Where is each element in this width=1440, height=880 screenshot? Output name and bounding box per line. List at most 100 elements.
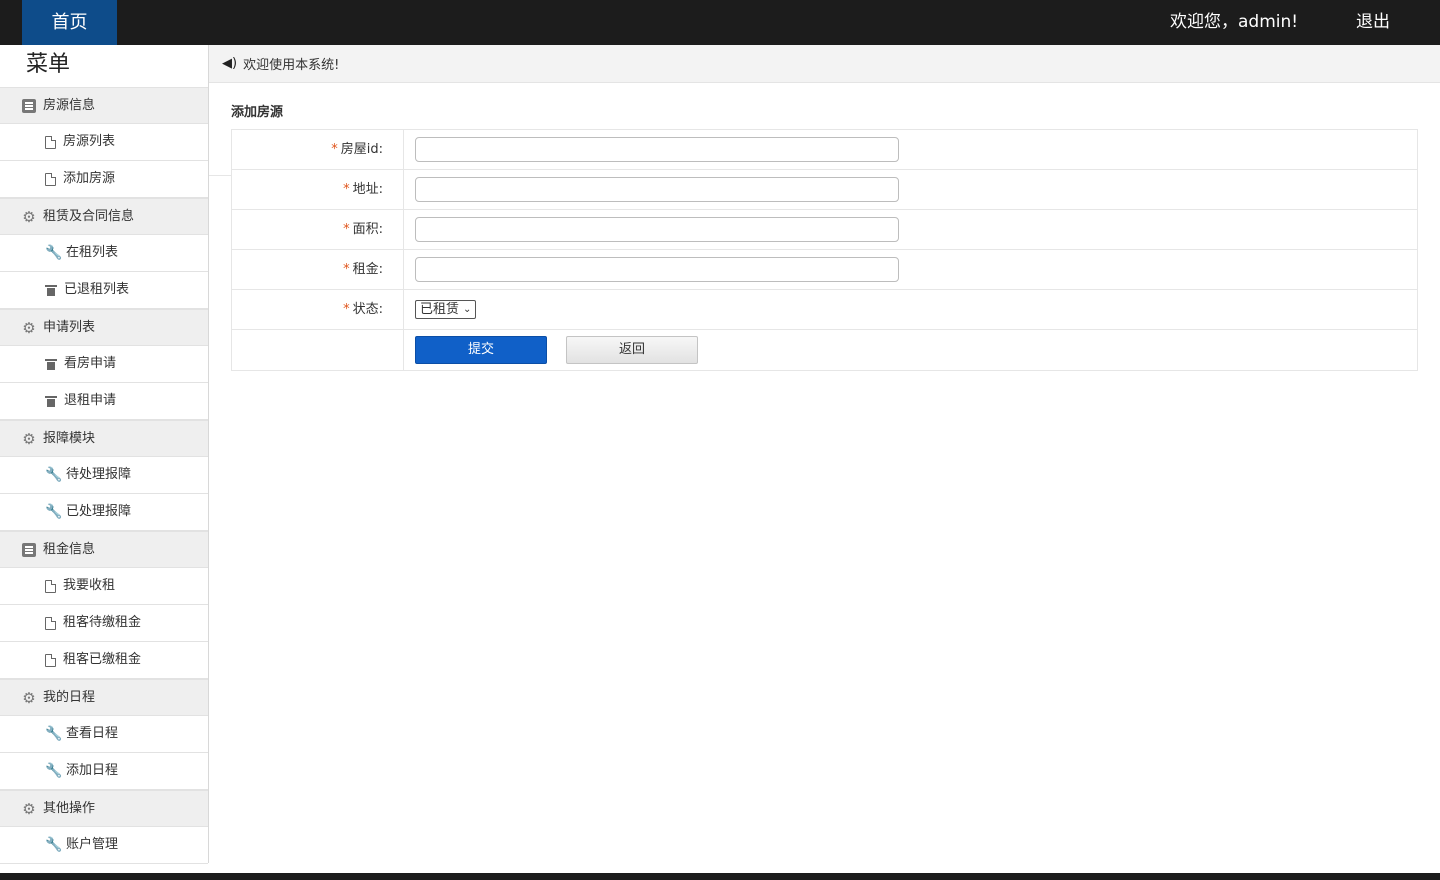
menu-group-label: 报障模块	[43, 430, 96, 446]
logout-link[interactable]: 退出	[1356, 0, 1390, 45]
house-id-input[interactable]	[415, 137, 899, 162]
required-mark: *	[343, 182, 350, 197]
status-selected-value: 已租赁	[420, 302, 460, 317]
field-cell	[404, 170, 1417, 209]
menu-item-rent-paid[interactable]: 租客已缴租金	[0, 642, 208, 679]
actions-cell: 提交 返回	[404, 330, 1417, 370]
trash-icon	[45, 395, 57, 407]
menu-group-applications[interactable]: ⚙ 申请列表	[0, 309, 208, 346]
gear-icon: ⚙	[22, 429, 36, 448]
field-cell	[404, 210, 1417, 249]
form-row-rent: * 租金:	[232, 250, 1417, 290]
menu-group-other[interactable]: ⚙ 其他操作	[0, 790, 208, 827]
document-icon	[45, 135, 56, 149]
menu-item-collect-rent[interactable]: 我要收租	[0, 568, 208, 605]
address-label: 地址:	[352, 182, 383, 197]
empty-label-cell	[232, 330, 404, 370]
menu-item-resolved-repairs[interactable]: 🔧 已处理报障	[0, 494, 208, 531]
menu-group-repairs[interactable]: ⚙ 报障模块	[0, 420, 208, 457]
menu-item-label: 已处理报障	[66, 504, 132, 519]
gear-icon: ⚙	[22, 318, 36, 337]
submit-button[interactable]: 提交	[415, 336, 547, 364]
gear-icon: ⚙	[22, 799, 36, 818]
menu-item-ended-leases[interactable]: 已退租列表	[0, 272, 208, 309]
menu-item-label: 房源列表	[63, 134, 116, 149]
field-cell	[404, 250, 1417, 289]
menu-item-label: 添加房源	[63, 171, 116, 186]
wrench-icon: 🔧	[45, 726, 63, 742]
rent-input[interactable]	[415, 257, 899, 282]
menu-item-label: 在租列表	[66, 245, 119, 260]
form-row-status: * 状态: 已租赁 ⌄	[232, 290, 1417, 330]
menu-item-termination-requests[interactable]: 退租申请	[0, 383, 208, 420]
form-row-address: * 地址:	[232, 170, 1417, 210]
menu-item-rent-due[interactable]: 租客待缴租金	[0, 605, 208, 642]
document-icon	[45, 172, 56, 186]
list-icon	[22, 98, 36, 113]
form-row-actions: 提交 返回	[232, 330, 1417, 370]
status-label: 状态:	[352, 302, 383, 317]
trash-icon	[45, 284, 57, 296]
menu-item-viewing-requests[interactable]: 看房申请	[0, 346, 208, 383]
gear-icon: ⚙	[22, 207, 36, 226]
menu-item-label: 租客已缴租金	[63, 652, 142, 667]
menu-item-label: 账户管理	[66, 837, 119, 852]
document-icon	[45, 616, 56, 630]
list-icon	[22, 542, 36, 557]
menu-group-listings[interactable]: 房源信息	[0, 87, 208, 124]
menu-item-label: 看房申请	[64, 356, 117, 371]
chevron-down-icon: ⌄	[463, 304, 472, 315]
form-row-area: * 面积:	[232, 210, 1417, 250]
menu-group-rent[interactable]: 租金信息	[0, 531, 208, 568]
notice-bar: ◀) 欢迎使用本系统!	[209, 45, 1440, 83]
area-input[interactable]	[415, 217, 899, 242]
document-icon	[45, 579, 56, 593]
add-listing-form: * 房屋id: * 地址: * 面积: * 租金: * 状态: 已租赁 ⌄ 提交…	[231, 129, 1418, 371]
menu-item-label: 退租申请	[64, 393, 117, 408]
speaker-icon: ◀)	[222, 56, 238, 71]
menu-item-pending-repairs[interactable]: 🔧 待处理报障	[0, 457, 208, 494]
field-label: * 租金:	[232, 250, 404, 289]
menu-item-account-management[interactable]: 🔧 账户管理	[0, 827, 208, 864]
top-navbar: 首页 欢迎您，admin! 退出	[0, 0, 1440, 45]
form-row-house-id: * 房屋id:	[232, 130, 1417, 170]
field-label: * 面积:	[232, 210, 404, 249]
menu-group-schedule[interactable]: ⚙ 我的日程	[0, 679, 208, 716]
menu-group-label: 房源信息	[43, 97, 96, 113]
menu-item-listing-list[interactable]: 房源列表	[0, 124, 208, 161]
menu-item-label: 待处理报障	[66, 467, 132, 482]
gear-icon: ⚙	[22, 688, 36, 707]
wrench-icon: 🔧	[45, 245, 63, 261]
rent-label: 租金:	[352, 262, 383, 277]
menu-item-add-schedule[interactable]: 🔧 添加日程	[0, 753, 208, 790]
required-mark: *	[343, 222, 350, 237]
menu-group-label: 其他操作	[43, 800, 96, 816]
menu-title: 菜单	[0, 45, 208, 87]
document-icon	[45, 653, 56, 667]
house-id-label: 房屋id:	[340, 142, 383, 157]
main-content: 添加房源 * 房屋id: * 地址: * 面积: * 租金: * 状态: 已租赁…	[209, 83, 1440, 873]
sidebar: 菜单 房源信息 房源列表 添加房源 ⚙ 租赁及合同信息 🔧 在租列表 已退租列表…	[0, 45, 209, 864]
field-label: * 地址:	[232, 170, 404, 209]
back-button[interactable]: 返回	[566, 336, 698, 364]
menu-item-add-listing[interactable]: 添加房源	[0, 161, 208, 198]
menu-group-lease-contracts[interactable]: ⚙ 租赁及合同信息	[0, 198, 208, 235]
wrench-icon: 🔧	[45, 467, 63, 483]
menu-item-label: 我要收租	[63, 578, 116, 593]
menu-group-label: 租赁及合同信息	[43, 208, 135, 224]
status-select[interactable]: 已租赁 ⌄	[415, 300, 477, 319]
required-mark: *	[343, 302, 350, 317]
menu-item-label: 查看日程	[66, 726, 119, 741]
page-title: 添加房源	[231, 105, 284, 120]
home-tab[interactable]: 首页	[22, 0, 117, 45]
wrench-icon: 🔧	[45, 504, 63, 520]
address-input[interactable]	[415, 177, 899, 202]
menu-item-view-schedule[interactable]: 🔧 查看日程	[0, 716, 208, 753]
field-label: * 房屋id:	[232, 130, 404, 169]
menu-item-active-leases[interactable]: 🔧 在租列表	[0, 235, 208, 272]
bottom-bar	[0, 873, 1440, 880]
menu-item-label: 添加日程	[66, 763, 119, 778]
menu-group-label: 申请列表	[43, 319, 96, 335]
menu-group-label: 租金信息	[43, 541, 96, 557]
field-label: * 状态:	[232, 290, 404, 329]
